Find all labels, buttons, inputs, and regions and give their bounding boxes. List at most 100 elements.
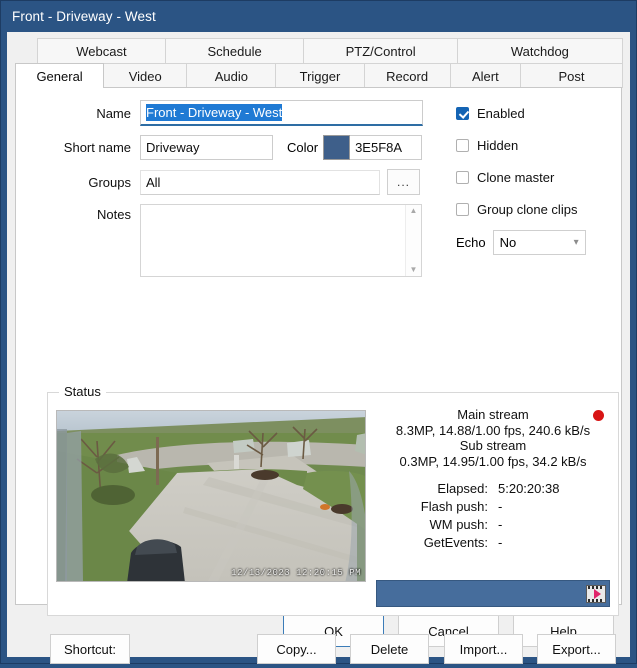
dialog-client-area: Webcast Schedule PTZ/Control Watchdog Ge…: [7, 32, 630, 657]
tab-label: PTZ/Control: [346, 44, 416, 59]
groups-input[interactable]: All: [140, 170, 380, 195]
tab-label: Alert: [472, 69, 499, 84]
film-clip-icon[interactable]: [586, 585, 606, 603]
import-button[interactable]: Import...: [444, 634, 523, 664]
tab-row-primary: General Video Audio Trigger Record Alert: [15, 63, 622, 88]
stream-activity-bar[interactable]: [376, 580, 610, 607]
window-title: Front - Driveway - West: [12, 9, 156, 24]
import-button-label: Import...: [460, 642, 508, 657]
checkbox-group-clone-clips-box[interactable]: [456, 203, 469, 216]
notes-label: Notes: [16, 204, 140, 222]
checkbox-group-clone-clips-label: Group clone clips: [477, 202, 577, 217]
export-button[interactable]: Export...: [537, 634, 616, 664]
echo-row: Echo No ▾: [456, 230, 636, 255]
delete-button-label: Delete: [371, 642, 409, 657]
shortcut-button[interactable]: Shortcut:: [50, 634, 130, 664]
notes-scrollbar[interactable]: ▲ ▼: [405, 205, 421, 276]
video-timestamp: 12/13/2023 12:20:15 PM: [231, 568, 361, 578]
tab-watchdog[interactable]: Watchdog: [457, 38, 623, 63]
checkbox-clone-master[interactable]: Clone master: [456, 166, 636, 188]
tab-label: Trigger: [300, 69, 341, 84]
scroll-down-icon[interactable]: ▼: [410, 266, 418, 274]
main-stream-info: 8.3MP, 14.88/1.00 fps, 240.6 kB/s: [376, 423, 610, 438]
echo-value: No: [500, 235, 517, 250]
short-name-input[interactable]: Driveway: [140, 135, 273, 160]
copy-button[interactable]: Copy...: [257, 634, 336, 664]
groups-label: Groups: [16, 175, 140, 190]
stream-status-info: Main stream 8.3MP, 14.88/1.00 fps, 240.6…: [376, 407, 610, 553]
camera-preview-image: [57, 411, 366, 582]
color-label: Color: [287, 140, 318, 155]
tab-webcast[interactable]: Webcast: [37, 38, 166, 63]
checkbox-hidden-box[interactable]: [456, 139, 469, 152]
checkbox-clone-master-box[interactable]: [456, 171, 469, 184]
status-row-flash-push: Flash push: -: [376, 499, 610, 514]
delete-button[interactable]: Delete: [350, 634, 429, 664]
tab-label: Record: [386, 69, 428, 84]
status-row-elapsed: Elapsed: 5:20:20:38: [376, 481, 610, 496]
tab-record[interactable]: Record: [364, 63, 451, 88]
sub-stream-title: Sub stream: [376, 438, 610, 453]
tab-label: Webcast: [76, 44, 126, 59]
camera-preview[interactable]: 12/13/2023 12:20:15 PM: [56, 410, 366, 582]
flash-push-label: Flash push:: [376, 499, 498, 514]
wm-push-label: WM push:: [376, 517, 498, 532]
options-column: Enabled Hidden Clone master Group clone …: [456, 102, 636, 255]
tab-label: Watchdog: [511, 44, 569, 59]
status-row-getevents: GetEvents: -: [376, 535, 610, 550]
tab-trigger[interactable]: Trigger: [275, 63, 364, 88]
groups-browse-button[interactable]: ...: [387, 169, 420, 195]
tab-strip: Webcast Schedule PTZ/Control Watchdog Ge…: [7, 32, 630, 88]
tab-schedule[interactable]: Schedule: [165, 38, 305, 63]
color-swatch[interactable]: [323, 135, 350, 160]
tab-label: Schedule: [208, 44, 262, 59]
tab-label: Audio: [215, 69, 248, 84]
status-group-box: Status: [47, 392, 619, 616]
tab-ptz-control[interactable]: PTZ/Control: [303, 38, 457, 63]
elapsed-label: Elapsed:: [376, 481, 498, 496]
name-input[interactable]: Front - Driveway - West: [140, 100, 423, 126]
scroll-up-icon[interactable]: ▲: [410, 207, 418, 215]
groups-value: All: [146, 175, 160, 190]
tab-row-secondary: Webcast Schedule PTZ/Control Watchdog: [15, 38, 622, 63]
camera-settings-window: Front - Driveway - West Webcast Schedule…: [0, 0, 637, 664]
getevents-label: GetEvents:: [376, 535, 498, 550]
name-label: Name: [16, 106, 140, 121]
name-input-value: Front - Driveway - West: [146, 104, 282, 121]
tab-post[interactable]: Post: [520, 63, 623, 88]
checkbox-enabled-label: Enabled: [477, 106, 525, 121]
recording-indicator-icon: [593, 410, 604, 421]
action-button-row: Shortcut: Copy... Delete Import... Expor…: [16, 634, 621, 668]
tab-audio[interactable]: Audio: [186, 63, 276, 88]
tab-label: Video: [129, 69, 162, 84]
flash-push-value: -: [498, 499, 502, 514]
elapsed-value: 5:20:20:38: [498, 481, 559, 496]
tab-general[interactable]: General: [15, 63, 104, 88]
main-stream-title: Main stream: [376, 407, 610, 422]
notes-value: [141, 205, 405, 276]
checkbox-group-clone-clips[interactable]: Group clone clips: [456, 198, 636, 220]
short-name-value: Driveway: [146, 140, 199, 155]
wm-push-value: -: [498, 517, 502, 532]
checkbox-hidden[interactable]: Hidden: [456, 134, 636, 156]
color-hex-value: 3E5F8A: [355, 140, 402, 155]
color-hex-input[interactable]: 3E5F8A: [350, 135, 422, 160]
window-titlebar: Front - Driveway - West: [1, 1, 636, 32]
sub-stream-info: 0.3MP, 14.95/1.00 fps, 34.2 kB/s: [376, 454, 610, 469]
tab-label: General: [36, 69, 82, 84]
tab-video[interactable]: Video: [103, 63, 187, 88]
checkbox-enabled[interactable]: Enabled: [456, 102, 636, 124]
ellipsis-icon: ...: [397, 175, 410, 189]
status-legend: Status: [59, 384, 106, 399]
status-key-values: Elapsed: 5:20:20:38 Flash push: - WM pus…: [376, 481, 610, 550]
notes-textarea[interactable]: ▲ ▼: [140, 204, 422, 277]
echo-label: Echo: [456, 235, 486, 250]
getevents-value: -: [498, 535, 502, 550]
short-name-label: Short name: [16, 140, 140, 155]
general-tab-panel: Name Front - Driveway - West Short name …: [15, 87, 622, 605]
tab-alert[interactable]: Alert: [450, 63, 521, 88]
checkbox-enabled-box[interactable]: [456, 107, 469, 120]
status-row-wm-push: WM push: -: [376, 517, 610, 532]
chevron-down-icon: ▾: [574, 237, 579, 248]
echo-select[interactable]: No ▾: [493, 230, 586, 255]
